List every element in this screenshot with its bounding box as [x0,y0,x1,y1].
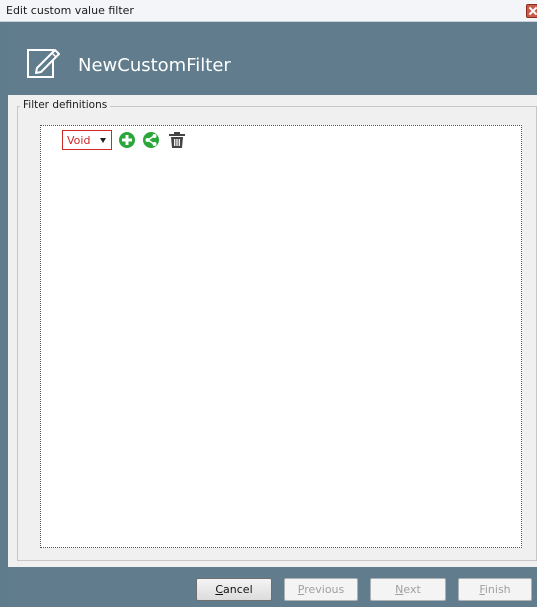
chevron-down-icon [100,138,106,143]
trash-icon[interactable] [168,131,186,149]
close-icon[interactable] [526,4,537,18]
finish-button[interactable]: Finish [458,578,532,601]
condition-combobox[interactable]: Void [62,130,112,150]
edit-document-icon [27,49,60,78]
share-icon[interactable] [142,131,160,149]
dialog-header: NewCustomFilter [8,22,537,95]
condition-value: Void [67,134,91,147]
group-legend: Filter definitions [20,99,111,111]
next-button[interactable]: Next [370,578,446,601]
filter-name-title: NewCustomFilter [78,55,231,76]
add-icon[interactable] [118,131,136,149]
window-title: Edit custom value filter [6,4,134,17]
previous-button[interactable]: Previous [284,578,358,601]
filter-definition-canvas[interactable] [40,125,522,548]
cancel-button[interactable]: Cancel [196,578,272,601]
title-bar[interactable]: Edit custom value filter [0,0,537,22]
